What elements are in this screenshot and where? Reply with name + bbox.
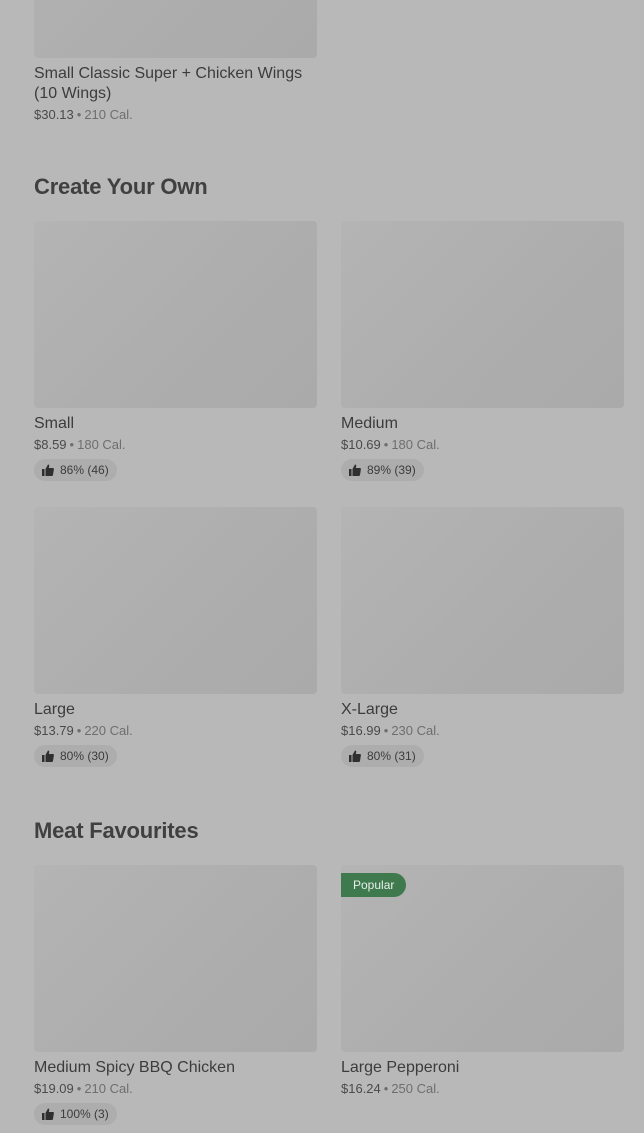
menu-item-card[interactable]: Popular Large Pepperoni $16.24 • 250 Cal.	[341, 865, 624, 1097]
menu-page: Small Classic Super + Chicken Wings (10 …	[0, 0, 644, 1133]
separator-dot: •	[383, 437, 389, 452]
menu-item-price: $8.59	[34, 437, 67, 452]
menu-item-title: Small Classic Super + Chicken Wings (10 …	[34, 65, 303, 102]
section-title: Create Your Own	[34, 174, 208, 199]
menu-item-title: Medium	[341, 415, 398, 432]
menu-item-calories: 180 Cal.	[391, 437, 440, 452]
menu-item-card[interactable]: X-Large $16.99 • 230 Cal. 80% (31)	[341, 507, 624, 767]
rating-text: 100% (3)	[60, 1107, 109, 1121]
rating-badge: 89% (39)	[341, 459, 424, 481]
rating-badge: 80% (30)	[34, 745, 117, 767]
menu-item-calories: 250 Cal.	[391, 1081, 440, 1096]
separator-dot: •	[76, 723, 82, 738]
menu-item-card[interactable]: Large $13.79 • 220 Cal. 80% (30)	[34, 507, 317, 767]
menu-item-image	[34, 221, 317, 408]
menu-item-image	[341, 507, 624, 694]
menu-item-meta: $13.79 • 220 Cal.	[34, 723, 317, 739]
menu-item-image	[34, 0, 317, 58]
separator-dot: •	[383, 1081, 389, 1096]
rating-text: 89% (39)	[367, 463, 416, 477]
menu-item-meta: $8.59 • 180 Cal.	[34, 437, 317, 453]
section-title: Meat Favourites	[34, 818, 199, 843]
menu-item-calories: 230 Cal.	[391, 723, 440, 738]
menu-item-calories: 180 Cal.	[77, 437, 126, 452]
menu-item-card[interactable]: Medium Spicy BBQ Chicken $19.09 • 210 Cal.…	[34, 865, 317, 1125]
rating-badge: 100% (3)	[34, 1103, 117, 1125]
thumbs-up-icon	[349, 464, 361, 476]
menu-item-price: $10.69	[341, 437, 381, 452]
menu-item-card[interactable]: Small Classic Super + Chicken Wings (10 …	[34, 0, 317, 123]
menu-item-image: Popular	[341, 865, 624, 1052]
rating-text: 80% (30)	[60, 749, 109, 763]
menu-item-meta: $10.69 • 180 Cal.	[341, 437, 624, 453]
menu-item-meta: $19.09 • 210 Cal.	[34, 1081, 317, 1097]
menu-item-price: $13.79	[34, 723, 74, 738]
menu-item-price: $16.99	[341, 723, 381, 738]
menu-item-title: Medium Spicy BBQ Chicken	[34, 1059, 235, 1076]
popular-badge: Popular	[341, 873, 407, 897]
rating-text: 86% (46)	[60, 463, 109, 477]
menu-item-price: $16.24	[341, 1081, 381, 1096]
menu-item-image	[341, 221, 624, 408]
rating-text: 80% (31)	[367, 749, 416, 763]
menu-item-image	[34, 507, 317, 694]
menu-item-calories: 210 Cal.	[84, 1081, 133, 1096]
thumbs-up-icon	[42, 464, 54, 476]
menu-item-card[interactable]: Small $8.59 • 180 Cal. 86% (46)	[34, 221, 317, 481]
menu-item-meta: $16.24 • 250 Cal.	[341, 1081, 624, 1097]
menu-item-card[interactable]: Medium $10.69 • 180 Cal. 89% (39)	[341, 221, 624, 481]
menu-item-meta: $30.13 • 210 Cal.	[34, 107, 317, 123]
menu-item-calories: 220 Cal.	[84, 723, 133, 738]
menu-item-calories: 210 Cal.	[84, 107, 133, 122]
separator-dot: •	[69, 437, 75, 452]
menu-item-price: $19.09	[34, 1081, 74, 1096]
separator-dot: •	[383, 723, 389, 738]
separator-dot: •	[76, 1081, 82, 1096]
rating-badge: 86% (46)	[34, 459, 117, 481]
menu-item-meta: $16.99 • 230 Cal.	[341, 723, 624, 739]
menu-item-price: $30.13	[34, 107, 74, 122]
menu-item-title: Large	[34, 701, 75, 718]
menu-item-title: X-Large	[341, 701, 398, 718]
rating-badge: 80% (31)	[341, 745, 424, 767]
thumbs-up-icon	[42, 750, 54, 762]
menu-item-image	[34, 865, 317, 1052]
separator-dot: •	[76, 107, 82, 122]
thumbs-up-icon	[349, 750, 361, 762]
thumbs-up-icon	[42, 1108, 54, 1120]
menu-item-title: Small	[34, 415, 75, 432]
menu-item-title: Large Pepperoni	[341, 1059, 460, 1076]
